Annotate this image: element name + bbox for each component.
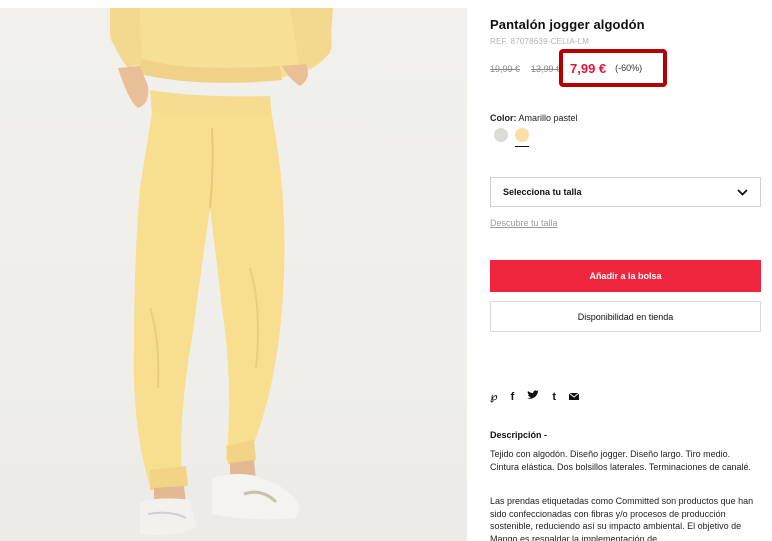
share-icons: ℘ f t (490, 390, 580, 403)
discount-badge: (-60%) (615, 63, 643, 73)
color-label-key: Color: (490, 113, 517, 123)
product-info-panel: Pantalón jogger algodón REF. 87078639-CE… (490, 0, 762, 541)
current-price: 7,99 € (570, 60, 607, 76)
product-image[interactable] (0, 8, 467, 541)
description-committed-text: Las prendas etiquetadas como Committed s… (490, 496, 754, 541)
size-guide-link[interactable]: Descubre tu talla (490, 218, 558, 228)
pinterest-icon[interactable]: ℘ (490, 391, 498, 403)
store-availability-button[interactable]: Disponibilidad en tienda (490, 301, 761, 332)
color-swatch-yellow[interactable] (515, 128, 529, 142)
color-swatch-gray[interactable] (494, 128, 508, 142)
facebook-icon[interactable]: f (511, 391, 515, 403)
chevron-down-icon (737, 188, 748, 196)
description-text: Tejido con algodón. Diseño jogger. Diseñ… (490, 449, 751, 472)
add-to-bag-button[interactable]: Añadir a la bolsa (490, 260, 761, 292)
color-value: Amarillo pastel (518, 113, 578, 123)
current-price-highlight: 7,99 € (-60%) (559, 49, 667, 87)
color-label: Color: Amarillo pastel (490, 113, 578, 123)
product-title: Pantalón jogger algodón (490, 17, 645, 32)
selected-swatch-indicator (515, 146, 529, 147)
size-select[interactable]: Selecciona tu talla (490, 177, 761, 207)
twitter-icon[interactable] (527, 390, 540, 403)
original-price: 19,99 € (490, 64, 521, 74)
email-icon[interactable] (568, 391, 580, 403)
size-select-label: Selecciona tu talla (503, 187, 582, 197)
product-reference: REF. 87078639-CELIA-LM (490, 37, 590, 46)
previous-price: 13,99 € (531, 64, 562, 74)
description-title: Descripción - (490, 430, 548, 440)
tumblr-icon[interactable]: t (552, 391, 556, 403)
